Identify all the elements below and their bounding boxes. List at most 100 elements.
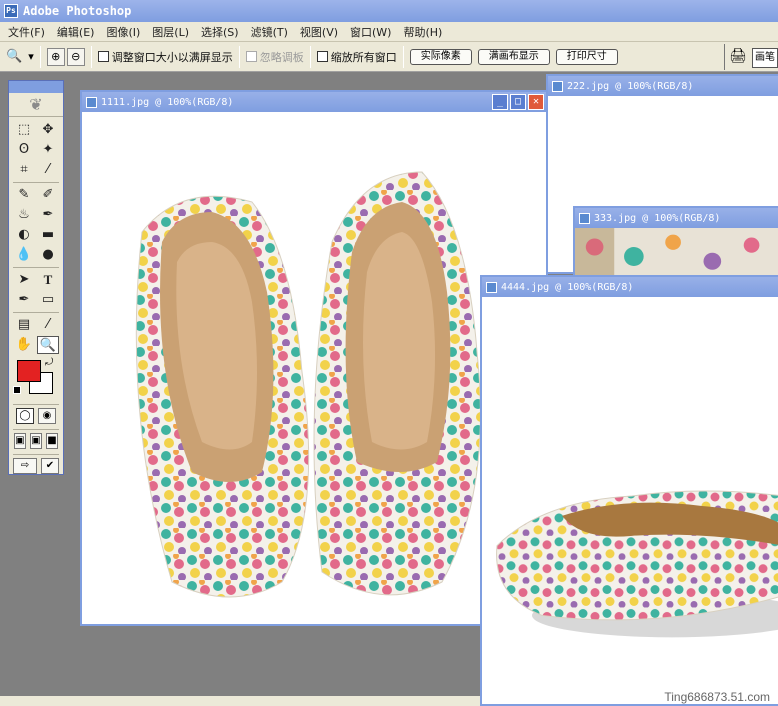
document-icon <box>552 80 563 92</box>
foreground-color-swatch[interactable] <box>17 360 41 382</box>
resize-windows-label: 调整窗口大小以满屏显示 <box>111 50 233 64</box>
tool-options-bar: 🔍 ▾ ⊕ ⊖ 调整窗口大小以满屏显示 忽略调板 缩放所有窗口 实际像素 满画布… <box>0 42 778 72</box>
edit-in-imageready-icon[interactable]: ✔ <box>41 458 59 474</box>
ignore-palettes-checkbox: 忽略调板 <box>245 49 304 65</box>
brush-tool-icon[interactable]: ✐ <box>37 186 59 204</box>
eyedropper-tool-icon[interactable]: ⁄ <box>37 316 59 334</box>
lasso-tool-icon[interactable]: ʘ <box>13 141 35 159</box>
document-canvas[interactable] <box>82 112 546 624</box>
marquee-tool-icon[interactable]: ⬚ <box>13 121 35 139</box>
toolbox: ❦ ⬚ ✥ ʘ ✦ ⌗ ⁄ ✎ ✐ ♨ ✒ ◐ ▬ 💧 ● ➤ T ✒ ▭ ▤ … <box>8 80 64 475</box>
menu-image[interactable]: 图像(I) <box>100 24 146 40</box>
shape-tool-icon[interactable]: ▭ <box>37 291 59 309</box>
separator <box>13 267 59 268</box>
color-swatches: ⤾ <box>13 357 59 402</box>
checkbox-box[interactable] <box>97 51 109 62</box>
close-button[interactable]: ✕ <box>528 94 544 110</box>
edit-mode-group: ◯ ◉ <box>13 404 59 427</box>
checkbox-box <box>245 51 257 62</box>
separator <box>13 312 59 313</box>
document-title-bar[interactable]: 222.jpg @ 100%(RGB/8) <box>548 76 778 96</box>
zoom-all-windows-checkbox[interactable]: 缩放所有窗口 <box>316 49 397 65</box>
swap-colors-icon[interactable]: ⤾ <box>45 357 53 368</box>
document-title-bar[interactable]: 4444.jpg @ 100%(RGB/8) <box>482 277 778 297</box>
menu-filter[interactable]: 滤镜(T) <box>245 24 294 40</box>
menu-file[interactable]: 文件(F) <box>2 24 51 40</box>
full-screen-icon[interactable]: ■ <box>46 433 58 449</box>
blur-tool-icon[interactable]: 💧 <box>13 246 35 264</box>
document-title-bar[interactable]: 333.jpg @ 100%(RGB/8) <box>575 208 778 228</box>
separator <box>13 182 59 183</box>
feather-logo-icon[interactable]: ❦ <box>9 93 63 117</box>
toolbox-header[interactable] <box>9 81 63 93</box>
document-icon <box>86 96 97 108</box>
healing-brush-tool-icon[interactable]: ✎ <box>13 186 35 204</box>
zoom-in-button[interactable]: ⊕ <box>46 47 65 66</box>
menu-window[interactable]: 窗口(W) <box>344 24 397 40</box>
palette-well: 🖨 画笔 <box>724 44 778 70</box>
minimize-button[interactable]: _ <box>492 94 508 110</box>
menu-bar: 文件(F) 编辑(E) 图像(I) 图层(L) 选择(S) 滤镜(T) 视图(V… <box>0 22 778 42</box>
slice-tool-icon[interactable]: ⁄ <box>37 161 59 179</box>
file-browser-icon[interactable]: 🖨 <box>729 48 747 64</box>
magic-wand-tool-icon[interactable]: ✦ <box>37 141 59 159</box>
separator <box>238 45 240 68</box>
document-canvas[interactable] <box>482 297 778 704</box>
document-window-1111[interactable]: 1111.jpg @ 100%(RGB/8) _ □ ✕ <box>80 90 548 626</box>
menu-help[interactable]: 帮助(H) <box>397 24 448 40</box>
separator <box>309 45 311 68</box>
app-title-bar: Ps Adobe Photoshop <box>0 0 778 22</box>
zoom-out-button[interactable]: ⊖ <box>66 47 85 66</box>
crop-tool-icon[interactable]: ⌗ <box>13 161 35 179</box>
menu-view[interactable]: 视图(V) <box>294 24 344 40</box>
document-icon <box>486 281 497 293</box>
history-brush-tool-icon[interactable]: ✒ <box>37 206 59 224</box>
separator <box>39 45 41 68</box>
document-title-bar[interactable]: 1111.jpg @ 100%(RGB/8) _ □ ✕ <box>82 92 546 112</box>
standard-mode-icon[interactable]: ◯ <box>16 408 34 424</box>
document-icon <box>579 212 590 224</box>
status-bar <box>0 696 480 706</box>
default-colors-icon[interactable] <box>13 386 21 394</box>
menu-select[interactable]: 选择(S) <box>195 24 245 40</box>
screen-mode-group: ▣ ▣ ■ <box>13 429 59 452</box>
photoshop-logo-icon: Ps <box>4 4 18 18</box>
polka-dot-shoes-image <box>135 171 481 598</box>
window-controls: _ □ ✕ <box>492 94 544 110</box>
actual-pixels-button[interactable]: 实际像素 <box>409 48 472 65</box>
document-title: 333.jpg @ 100%(RGB/8) <box>594 212 721 224</box>
standard-screen-icon[interactable]: ▣ <box>14 433 26 449</box>
zoom-all-windows-label: 缩放所有窗口 <box>330 50 397 64</box>
clone-stamp-tool-icon[interactable]: ♨ <box>13 206 35 224</box>
separator <box>90 45 92 68</box>
menu-layer[interactable]: 图层(L) <box>146 24 195 40</box>
checkbox-box[interactable] <box>316 51 328 62</box>
document-window-4444[interactable]: 4444.jpg @ 100%(RGB/8) <box>480 275 778 706</box>
dodge-tool-icon[interactable]: ● <box>37 246 59 264</box>
quick-mask-mode-icon[interactable]: ◉ <box>38 408 56 424</box>
resize-windows-checkbox[interactable]: 调整窗口大小以满屏显示 <box>97 49 233 65</box>
gradient-tool-icon[interactable]: ▬ <box>37 226 59 244</box>
full-screen-menu-icon[interactable]: ▣ <box>30 433 42 449</box>
preset-dropdown-icon[interactable]: ▾ <box>28 50 34 63</box>
move-tool-icon[interactable]: ✥ <box>37 121 59 139</box>
notes-tool-icon[interactable]: ▤ <box>13 316 35 334</box>
jump-to-imageready-icon[interactable]: ⇨ <box>13 458 37 474</box>
print-size-button[interactable]: 打印尺寸 <box>555 48 618 65</box>
zoom-tool-preset-icon[interactable]: 🔍 <box>6 49 22 64</box>
document-title: 222.jpg @ 100%(RGB/8) <box>567 80 694 92</box>
type-tool-icon[interactable]: T <box>37 271 59 289</box>
brushes-palette-tab[interactable]: 画笔 <box>752 48 778 68</box>
menu-edit[interactable]: 编辑(E) <box>51 24 101 40</box>
pen-tool-icon[interactable]: ✒ <box>13 291 35 309</box>
hand-tool-icon[interactable]: ✋ <box>13 336 35 354</box>
fit-on-screen-button[interactable]: 满画布显示 <box>477 48 550 65</box>
app-title: Adobe Photoshop <box>23 4 132 18</box>
document-title: 4444.jpg @ 100%(RGB/8) <box>501 281 634 293</box>
path-selection-tool-icon[interactable]: ➤ <box>13 271 35 289</box>
maximize-button[interactable]: □ <box>510 94 526 110</box>
ignore-palettes-label: 忽略调板 <box>259 50 304 64</box>
eraser-tool-icon[interactable]: ◐ <box>13 226 35 244</box>
side-view-shoe-image <box>496 490 778 638</box>
zoom-tool-icon[interactable]: 🔍 <box>37 336 59 354</box>
